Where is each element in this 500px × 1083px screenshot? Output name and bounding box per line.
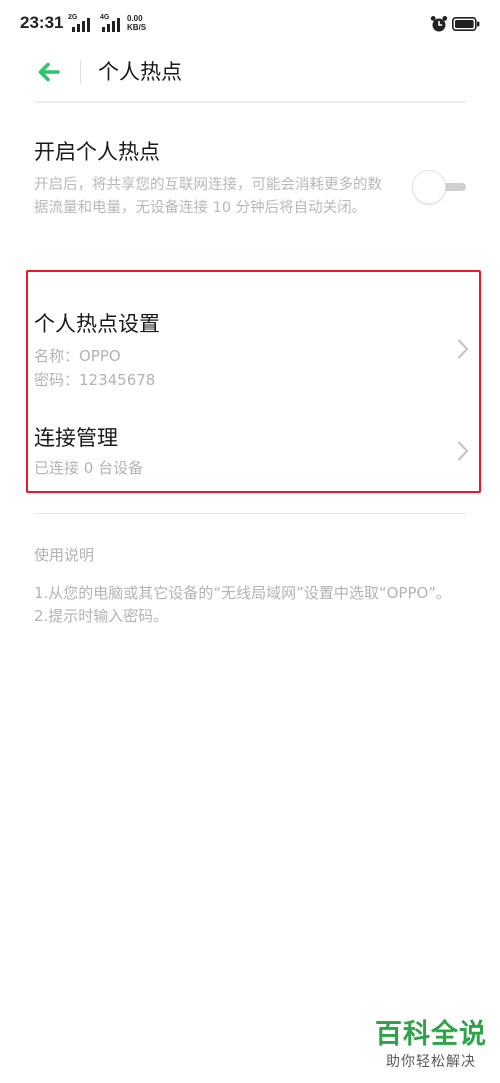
- app-header: 个人热点: [0, 48, 500, 98]
- network-speed-unit: KB/S: [127, 23, 147, 32]
- signal-icon: 4G: [96, 14, 122, 32]
- hotspot-settings-row[interactable]: 个人热点设置 名称：OPPO 密码：12345678: [34, 310, 470, 392]
- arrow-left-icon[interactable]: [34, 57, 64, 87]
- help-title: 使用说明: [34, 546, 95, 564]
- alarm-icon: [430, 16, 448, 32]
- connection-management-title: 连接管理: [34, 426, 118, 450]
- chevron-right-icon: [457, 339, 469, 359]
- status-time: 23:31: [20, 13, 64, 32]
- divider: [34, 101, 466, 103]
- connection-management-row[interactable]: 连接管理 已连接 0 台设备: [34, 424, 470, 480]
- divider: [34, 513, 466, 514]
- help-step-2: 2.提示时输入密码。: [34, 607, 169, 625]
- hotspot-toggle-label: 开启个人热点: [34, 140, 160, 164]
- hotspot-description: 开启后，将共享您的互联网连接，可能会消耗更多的数据流量和电量，无设备连接 10 …: [34, 177, 382, 216]
- hotspot-settings-title: 个人热点设置: [34, 312, 160, 336]
- help-body: 1.从您的电脑或其它设备的“无线局域网”设置中选取“OPPO”。 2.提示时输入…: [34, 582, 466, 628]
- help-step-1: 1.从您的电脑或其它设备的“无线局域网”设置中选取“OPPO”。: [34, 584, 451, 602]
- hotspot-name: 名称：OPPO: [34, 347, 121, 365]
- watermark-logo: 百科全说 助你轻松解决: [366, 1018, 496, 1072]
- chevron-right-icon: [457, 441, 469, 461]
- battery-icon: [452, 17, 480, 31]
- status-bar: 23:31 2G 4G 0.00 KB/S: [0, 0, 500, 48]
- page-title: 个人热点: [98, 60, 182, 84]
- header-divider: [80, 60, 81, 84]
- network-speed: 0.00 KB/S: [127, 14, 146, 32]
- hotspot-password: 密码：12345678: [34, 371, 156, 389]
- watermark-sub-text: 助你轻松解决: [386, 1054, 476, 1070]
- signal-icon: 2G: [68, 14, 90, 32]
- toggle-knob: [412, 170, 446, 204]
- watermark-main-text: 百科全说: [375, 1019, 487, 1050]
- network-speed-value: 0.00: [127, 14, 143, 23]
- connected-devices-count: 已连接 0 台设备: [34, 459, 144, 477]
- hotspot-toggle-section: 开启个人热点 开启后，将共享您的互联网连接，可能会消耗更多的数据流量和电量，无设…: [34, 138, 466, 248]
- hotspot-toggle[interactable]: [412, 170, 468, 204]
